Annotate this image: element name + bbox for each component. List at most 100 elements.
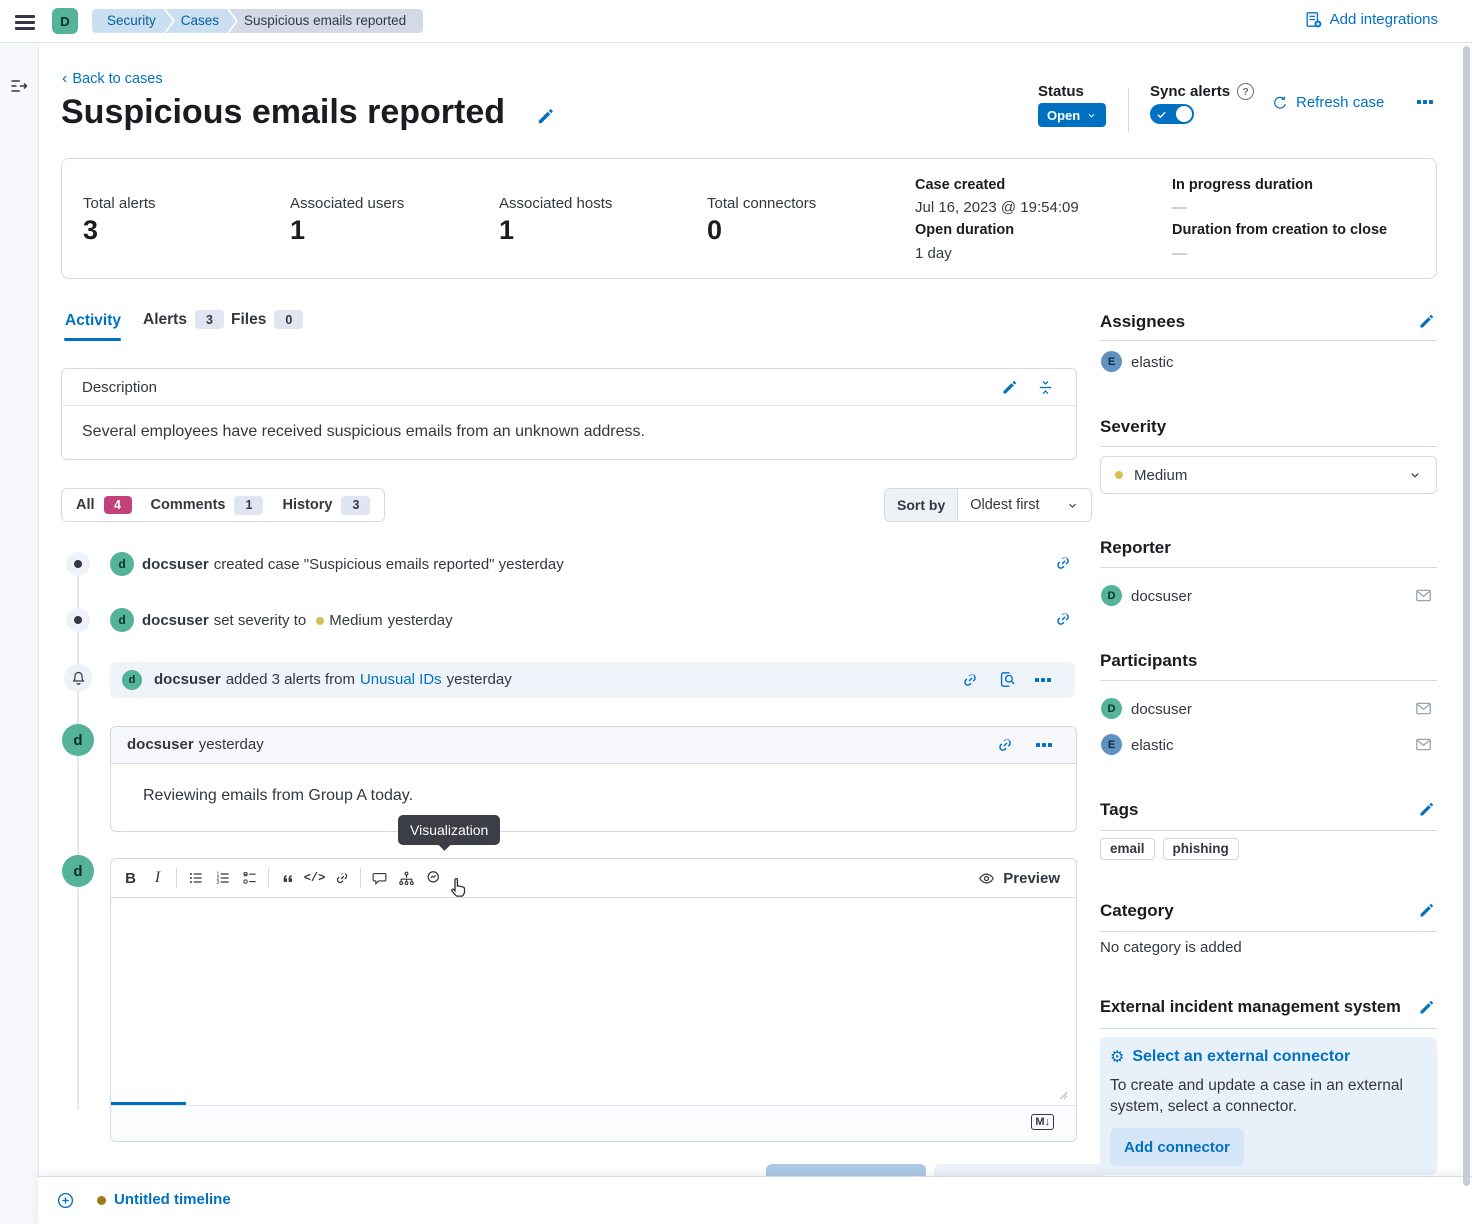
timeline-event-icon: [66, 552, 90, 576]
status-open-button[interactable]: Open: [1038, 103, 1106, 127]
refresh-case-button[interactable]: Refresh case: [1272, 94, 1384, 111]
reporter-name: docsuser: [1131, 588, 1192, 605]
tab-files[interactable]: Files 0: [231, 310, 303, 329]
sort-control: Sort by Oldest first: [884, 488, 1092, 522]
editor-toolbar: B I </> Preview: [111, 859, 1076, 898]
connector-description: To create and update a case in an extern…: [1110, 1075, 1405, 1117]
email-icon[interactable]: [1414, 735, 1433, 754]
filter-all[interactable]: All: [76, 497, 95, 513]
ordered-list-icon[interactable]: [209, 860, 236, 897]
select-connector-link[interactable]: ⚙ Select an external connector: [1110, 1047, 1427, 1067]
status-label: Status: [1038, 83, 1084, 100]
space-avatar[interactable]: D: [52, 8, 78, 34]
expand-nav-icon[interactable]: [9, 76, 29, 96]
link-icon[interactable]: [328, 860, 355, 897]
case-created-label: Case created: [915, 177, 1005, 193]
italic-icon[interactable]: I: [144, 860, 171, 897]
code-icon[interactable]: </>: [301, 860, 328, 897]
new-comment-editor: B I </> Preview M↓: [110, 858, 1077, 1142]
add-integrations-link[interactable]: Add integrations: [1304, 10, 1438, 29]
sync-alerts-label-row: Sync alerts ?: [1150, 83, 1254, 100]
severity-select[interactable]: Medium: [1100, 456, 1437, 494]
timeline-comment-icon[interactable]: [366, 860, 393, 897]
page-title: Suspicious emails reported: [61, 93, 505, 132]
resize-handle-icon[interactable]: [1055, 1087, 1068, 1100]
breadcrumb-cases[interactable]: Cases: [166, 9, 236, 33]
visualization-icon[interactable]: [420, 860, 447, 897]
back-to-cases-link[interactable]: ‹ Back to cases: [62, 70, 163, 88]
collapse-description-icon[interactable]: [1037, 379, 1054, 396]
tab-alerts[interactable]: Alerts 3: [143, 310, 224, 329]
category-title: Category: [1100, 901, 1174, 921]
sync-alerts-toggle[interactable]: [1150, 104, 1194, 124]
description-panel: Description Several employees have recei…: [61, 368, 1077, 460]
metric-value-associated-hosts: 1: [499, 215, 514, 246]
chevron-left-icon: ‹: [62, 70, 67, 88]
unusual-ids-link[interactable]: Unusual IDs: [360, 671, 442, 688]
tag-badge[interactable]: email: [1100, 838, 1155, 860]
divider: [1100, 567, 1437, 568]
unordered-list-icon[interactable]: [182, 860, 209, 897]
check-icon: [1156, 109, 1167, 120]
case-actions-ellipsis-button[interactable]: [1417, 100, 1433, 104]
menu-icon[interactable]: [15, 12, 35, 33]
edit-category-pencil-icon[interactable]: [1418, 902, 1435, 919]
checklist-icon[interactable]: [236, 860, 263, 897]
copy-link-icon[interactable]: [996, 736, 1014, 754]
assignees-title: Assignees: [1100, 312, 1185, 332]
avatar: E: [1101, 734, 1122, 755]
mouse-hand-cursor: [448, 876, 468, 900]
avatar: E: [1101, 351, 1122, 372]
comment-actions-ellipsis-button[interactable]: [1036, 743, 1052, 747]
description-title: Description: [82, 379, 157, 396]
comments-count-badge: 1: [234, 496, 263, 515]
email-icon[interactable]: [1414, 699, 1433, 718]
markdown-icon[interactable]: M↓: [1031, 1114, 1054, 1130]
email-icon[interactable]: [1414, 586, 1433, 605]
edit-tags-pencil-icon[interactable]: [1418, 801, 1435, 818]
divider: [1100, 446, 1437, 447]
edit-assignees-pencil-icon[interactable]: [1418, 313, 1435, 330]
copy-link-icon[interactable]: [961, 671, 979, 689]
help-icon[interactable]: ?: [1237, 83, 1254, 100]
cases-lens-icon[interactable]: [393, 860, 420, 897]
preview-toggle[interactable]: Preview: [978, 870, 1070, 887]
visualization-tooltip: Visualization: [398, 815, 500, 845]
filter-comments[interactable]: Comments: [151, 497, 226, 513]
scrollbar-thumb[interactable]: [1463, 46, 1470, 1186]
cases-app: D Security Cases Suspicious emails repor…: [0, 0, 1472, 1224]
copy-link-icon[interactable]: [1054, 554, 1072, 572]
timeline-connector-line: [77, 565, 79, 1110]
breadcrumb-security[interactable]: Security: [92, 9, 173, 33]
edit-description-pencil-icon[interactable]: [1001, 379, 1018, 396]
metric-value-total-alerts: 3: [83, 215, 98, 246]
participant-name: elastic: [1131, 737, 1174, 754]
investigate-in-timeline-icon[interactable]: [998, 670, 1017, 689]
activity-event-set-severity: docsuser set severity to Medium yesterda…: [142, 612, 453, 629]
add-connector-button[interactable]: Add connector: [1110, 1128, 1244, 1166]
filter-history[interactable]: History: [282, 497, 332, 513]
collapsed-side-nav: [0, 42, 39, 1224]
bold-icon[interactable]: B: [117, 860, 144, 897]
sort-order-select[interactable]: Oldest first: [958, 489, 1090, 521]
description-body: Several employees have received suspicio…: [82, 423, 645, 441]
eye-icon: [978, 870, 995, 887]
quote-icon[interactable]: [274, 860, 301, 897]
case-created-value: Jul 16, 2023 @ 19:54:09: [915, 199, 1079, 216]
tab-activity[interactable]: Activity: [65, 312, 121, 330]
comment-textarea[interactable]: [111, 898, 1076, 1105]
tag-badge[interactable]: phishing: [1163, 838, 1239, 860]
avatar: d: [110, 608, 134, 632]
sort-by-label: Sort by: [885, 489, 958, 521]
edit-external-system-pencil-icon[interactable]: [1418, 999, 1435, 1016]
avatar: d: [122, 670, 142, 690]
alert-actions-ellipsis-button[interactable]: [1035, 678, 1051, 682]
history-count-badge: 3: [341, 496, 370, 515]
copy-link-icon[interactable]: [1054, 610, 1072, 628]
untitled-timeline-link[interactable]: Untitled timeline: [114, 1191, 231, 1208]
assignee-name: elastic: [1131, 354, 1174, 371]
add-timeline-plus-icon[interactable]: [56, 1191, 75, 1210]
alerts-added-row: d docsuser added 3 alerts from Unusual I…: [110, 662, 1075, 698]
edit-title-pencil-icon[interactable]: [536, 107, 555, 126]
metric-value-associated-users: 1: [290, 215, 305, 246]
